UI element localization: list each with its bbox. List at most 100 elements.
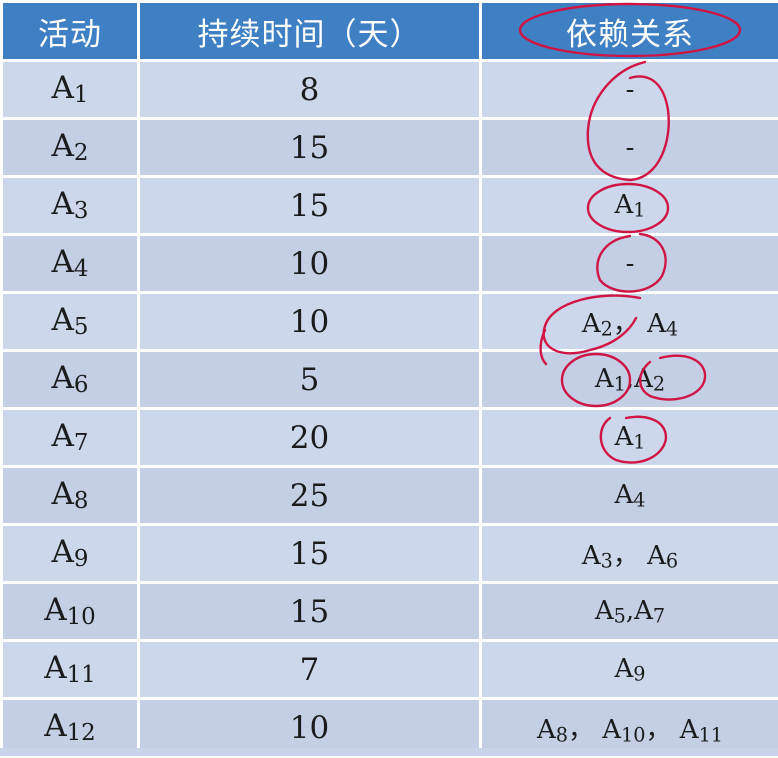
dependency-text: ， xyxy=(613,309,647,339)
dependency-number: 7 xyxy=(653,604,665,627)
dependency-text: - xyxy=(626,133,635,163)
header-activity: 活动 xyxy=(2,2,139,61)
activity-id-letter: A xyxy=(52,70,74,106)
dependency-text: A xyxy=(595,596,614,626)
dependency-text: A xyxy=(595,364,614,394)
dependency-text: A xyxy=(614,654,633,684)
duration-cell: 10 xyxy=(139,235,481,293)
activity-id-number: 11 xyxy=(67,663,96,689)
dependency-number: 6 xyxy=(666,549,678,572)
dependency-number: 1 xyxy=(633,430,645,453)
header-row: 活动 持续时间（天） 依赖关系 xyxy=(2,2,778,61)
dependency-text: , xyxy=(626,596,634,626)
dependency-number: 10 xyxy=(621,723,645,746)
activity-id-number: 12 xyxy=(67,721,96,747)
activity-id-number: 6 xyxy=(74,373,89,399)
dependency-cell: A4 xyxy=(481,467,778,525)
dependency-text: A xyxy=(647,309,666,339)
table-row: A215 - xyxy=(2,119,778,177)
dependency-cell: A1 xyxy=(481,177,778,235)
dependency-number: 2 xyxy=(601,317,613,340)
activity-id-letter: A xyxy=(52,302,74,338)
activity-id-cell: A11 xyxy=(2,641,139,699)
duration-cell: 5 xyxy=(139,351,481,409)
activity-id-cell: A10 xyxy=(2,583,139,641)
activity-id-cell: A5 xyxy=(2,293,139,351)
activity-id-number: 2 xyxy=(74,141,89,167)
activity-id-cell: A6 xyxy=(2,351,139,409)
activity-id-number: 7 xyxy=(74,431,89,457)
activity-id-letter: A xyxy=(44,708,66,744)
dependency-text: ， xyxy=(646,715,680,745)
activity-id-cell: A4 xyxy=(2,235,139,293)
activity-id-letter: A xyxy=(52,534,74,570)
dependency-text: A xyxy=(614,190,633,220)
duration-cell: 15 xyxy=(139,525,481,583)
dependency-number: 2 xyxy=(653,372,665,395)
dependency-text: A xyxy=(634,364,653,394)
dependency-text: , xyxy=(626,364,634,394)
dependency-text: A xyxy=(537,715,556,745)
table-row: A 3 15A1 xyxy=(2,177,778,235)
dependency-cell: A3， A6 xyxy=(481,525,778,583)
dependency-cell: A9 xyxy=(481,641,778,699)
activity-id-letter: A xyxy=(52,476,74,512)
dependency-number: 5 xyxy=(614,604,626,627)
table-row: A510A2， A4 xyxy=(2,293,778,351)
dependency-text: - xyxy=(626,249,635,279)
table-bottom-strip xyxy=(0,748,778,756)
dependency-text: A xyxy=(602,715,621,745)
table-row: A117A9 xyxy=(2,641,778,699)
activity-id-number: 4 xyxy=(74,257,89,283)
table-row: A410- xyxy=(2,235,778,293)
table-row: A915A3， A6 xyxy=(2,525,778,583)
activity-id-cell: A2 xyxy=(2,119,139,177)
dependency-number: 11 xyxy=(699,723,723,746)
activity-id-cell: A9 xyxy=(2,525,139,583)
dependency-text: A xyxy=(614,422,633,452)
dependency-cell: - xyxy=(481,61,778,119)
dependency-text: A xyxy=(582,541,601,571)
dependency-text: A xyxy=(582,309,601,339)
dependency-text: - xyxy=(626,75,635,105)
dependency-number: 4 xyxy=(666,317,678,340)
dependency-text: ， xyxy=(568,715,602,745)
dependency-cell: A1 xyxy=(481,409,778,467)
activity-id-number: 1 xyxy=(74,83,89,109)
activity-id-cell: A7 xyxy=(2,409,139,467)
activity-id-letter: A xyxy=(44,650,66,686)
dependency-text: A xyxy=(634,596,653,626)
table-row: A65A1,A2 xyxy=(2,351,778,409)
dependency-text: A xyxy=(647,541,666,571)
dependency-text: A xyxy=(614,480,633,510)
dependency-cell: - xyxy=(481,235,778,293)
dependency-text: ， xyxy=(613,541,647,571)
table-row: A720A1 xyxy=(2,409,778,467)
dependency-number: 1 xyxy=(633,198,645,221)
activity-id-letter: A xyxy=(52,418,74,454)
dependency-number: 8 xyxy=(556,723,568,746)
duration-cell: 15 xyxy=(139,119,481,177)
activity-id-number: 5 xyxy=(74,315,89,341)
activity-table-slide: 活动 持续时间（天） 依赖关系 A18-A215-A315A1A410-A510… xyxy=(0,0,778,756)
duration-cell: 10 xyxy=(139,293,481,351)
duration-cell: 15 xyxy=(139,177,481,235)
activity-id-number: 8 xyxy=(74,489,89,515)
table-row: A825A4 xyxy=(2,467,778,525)
dependency-cell: A2， A4 xyxy=(481,293,778,351)
activity-id-number: 10 xyxy=(67,605,96,631)
duration-cell: 15 xyxy=(139,583,481,641)
activity-id-number: 3 xyxy=(74,199,89,225)
duration-cell: 20 xyxy=(139,409,481,467)
table-row: A1015A5,A7 xyxy=(2,583,778,641)
activity-table: 活动 持续时间（天） 依赖关系 A18-A215-A315A1A410-A510… xyxy=(0,0,778,758)
duration-cell: 25 xyxy=(139,467,481,525)
activity-id-letter: A xyxy=(52,244,74,280)
dependency-text: A xyxy=(680,715,699,745)
activity-id-number: 9 xyxy=(74,547,89,573)
dependency-cell: - xyxy=(481,119,778,177)
duration-cell: 8 xyxy=(139,61,481,119)
duration-cell: 7 xyxy=(139,641,481,699)
activity-id-letter: A xyxy=(52,360,74,396)
dependency-cell: A1,A2 xyxy=(481,351,778,409)
